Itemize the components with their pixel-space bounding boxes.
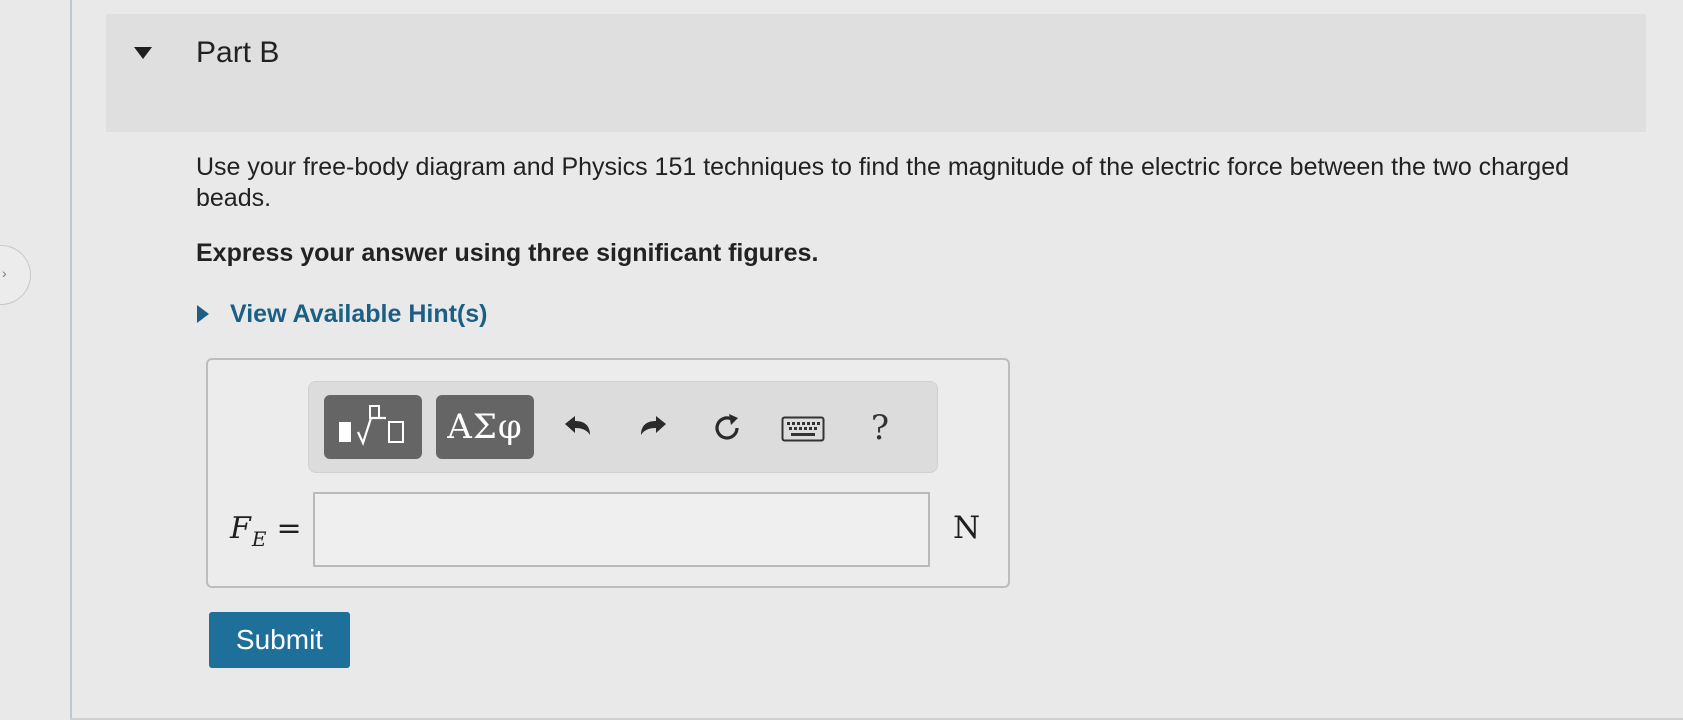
unit-label: N: [953, 510, 981, 546]
submit-button[interactable]: Submit: [209, 612, 350, 668]
variable-letter: F: [230, 511, 251, 546]
part-title: Part B: [196, 36, 280, 69]
question-prompt: Use your free-body diagram and Physics 1…: [196, 153, 1570, 212]
caret-right-icon: [197, 305, 209, 323]
answer-input[interactable]: [313, 492, 930, 567]
templates-button[interactable]: [324, 395, 422, 459]
collapse-part-toggle[interactable]: [133, 45, 153, 61]
greek-symbols-button[interactable]: ΑΣφ: [436, 395, 534, 459]
view-hints-label: View Available Hint(s): [230, 299, 488, 328]
part-header: [106, 14, 1646, 132]
left-page-rule: [70, 0, 72, 720]
variable-symbol: FE: [230, 511, 267, 552]
view-hints-toggle[interactable]: View Available Hint(s): [196, 298, 487, 330]
keyboard-button[interactable]: [780, 413, 826, 445]
answer-variable-label: FE =: [230, 511, 302, 552]
templates-icon: [339, 405, 404, 447]
undo-icon: [565, 416, 590, 435]
reset-button[interactable]: [707, 408, 747, 448]
chevron-right-icon: ›: [2, 265, 7, 281]
redo-icon: [641, 416, 666, 435]
help-button[interactable]: ?: [860, 405, 900, 451]
caret-down-icon: [134, 47, 152, 59]
variable-subscript: E: [251, 527, 267, 551]
side-panel-tab[interactable]: ›: [0, 245, 31, 305]
answer-instruction: Express your answer using three signific…: [196, 239, 819, 267]
equals-sign: =: [276, 511, 302, 546]
redo-button[interactable]: [633, 408, 673, 448]
reset-icon: [715, 414, 739, 440]
keyboard-icon: [781, 416, 825, 442]
undo-button[interactable]: [558, 408, 598, 448]
